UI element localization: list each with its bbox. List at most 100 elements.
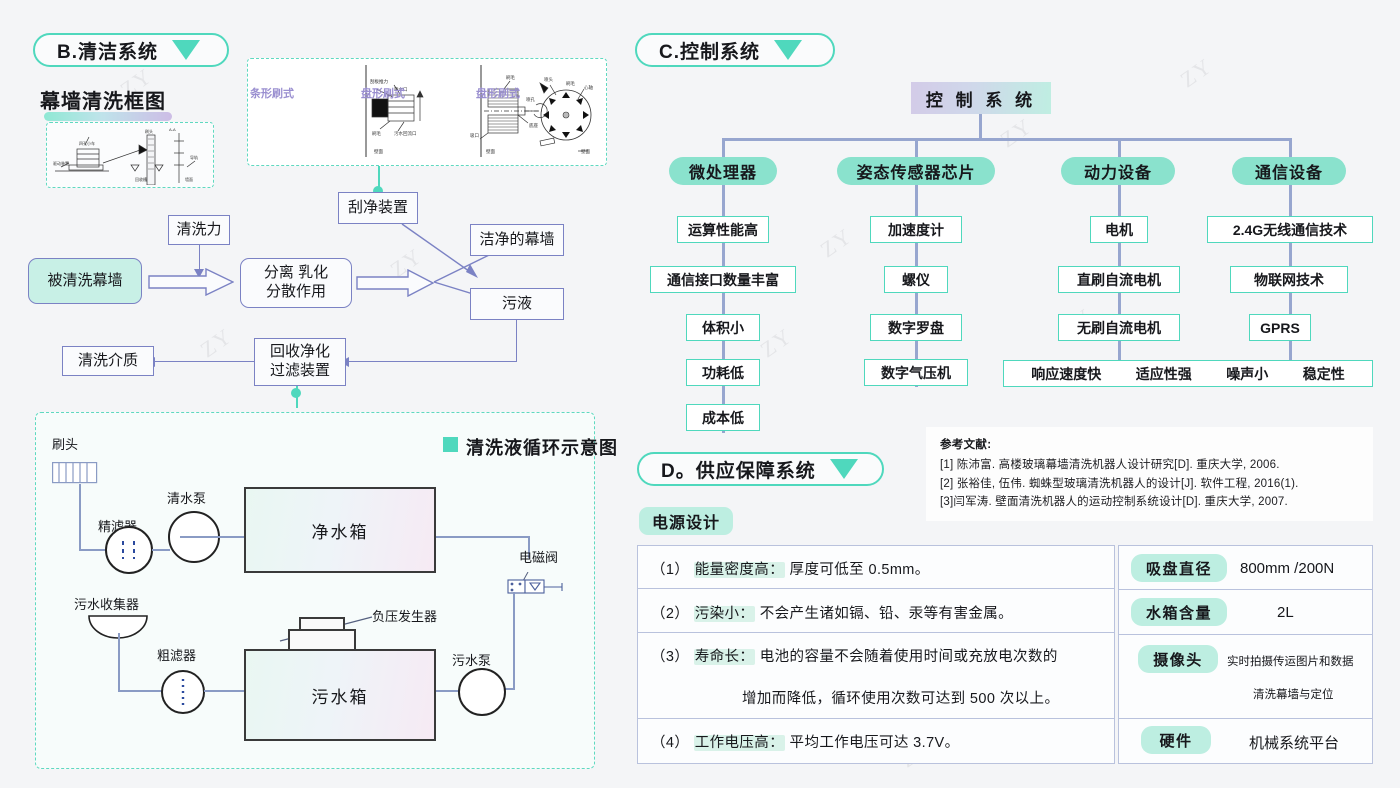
brush-head-icon (52, 462, 98, 484)
power-row-num: （2） (651, 606, 690, 622)
flow-clean-wall-label: 洁净的幕墙 (479, 230, 555, 248)
leaf-label: 体积小 (702, 319, 744, 336)
flow-line-waste-left (346, 361, 517, 363)
reference-item: [1] 陈沛富. 高楼玻璃幕墙清洗机器人设计研究[D]. 重庆大学, 2006. (940, 459, 1280, 471)
leaf-label: 无刷自流电机 (1077, 319, 1161, 336)
power-row-text: 电池的容量不会随着使用时间或充放电次数的 (759, 649, 1058, 665)
flow-recovery-label-2: 过滤装置 (269, 362, 330, 379)
leaf-cm-3: GPRS (1249, 314, 1311, 341)
power-row-num: （1） (651, 562, 690, 578)
circulation-title: 清洗液循环示意图 (466, 438, 618, 458)
circulation-title-swatch (443, 437, 458, 452)
tree-root: 控 制 系 统 (911, 82, 1051, 114)
svg-text:壁面: 壁面 (374, 148, 383, 155)
label-coarse-filter: 粗滤器 (157, 648, 197, 663)
sewage-tank: 污水箱 (244, 649, 436, 741)
references-box: 参考文献: [1] 陈沛富. 高楼玻璃幕墙清洗机器人设计研究[D]. 重庆大学,… (926, 427, 1373, 521)
flow-clean-wall: 洁净的幕墙 (470, 224, 564, 256)
branch-head-attitude-sensor: 姿态传感器芯片 (837, 157, 995, 185)
leaf-cm-1: 2.4G无线通信技术 (1207, 216, 1373, 243)
svg-text:A-A: A-A (169, 127, 176, 132)
brush-label-disc-2: 盘形刷式 (476, 88, 520, 100)
spec-key-label: 硬件 (1159, 732, 1193, 750)
spec-key-label: 水箱含量 (1145, 604, 1212, 622)
clean-water-tank-label: 净水箱 (311, 522, 369, 542)
power-row-num: （3） (651, 649, 690, 665)
leaf-mp-3: 体积小 (686, 314, 760, 341)
flow-waste-liquid: 污液 (470, 288, 564, 320)
flow-recovery-label-1: 回收净化 (269, 343, 330, 361)
power-spec-divider (637, 632, 1115, 634)
flow-cleaning-force: 清洗力 (168, 215, 230, 245)
leaf-performance-row: 响应速度快 适应性强 噪声小 稳定性 (1003, 360, 1373, 387)
flow-line-recovery-left (150, 361, 254, 363)
brush-label-strip: 条形刷式 (250, 88, 294, 100)
clean-water-tank: 净水箱 (244, 487, 436, 573)
svg-text:刷毛: 刷毛 (372, 130, 381, 137)
spec-key-label: 吸盘直径 (1145, 560, 1212, 578)
branch-head-communication: 通信设备 (1232, 157, 1346, 185)
spec-value-suction: 800mm /200N (1240, 560, 1335, 577)
spec-key-suction: 吸盘直径 (1131, 554, 1227, 582)
watermark: ZY (755, 322, 798, 363)
power-row-3-cont: 增加而降低，循环使用次数可达到 500 次以上。 (742, 691, 1060, 707)
pipe-valve-to-sewagepump (513, 592, 515, 690)
watermark: ZY (815, 222, 858, 263)
wall-mechanism-panel: 四孔小车 驱动装置 刷头 回收槽 A-A 导轨 墙面 (46, 122, 214, 188)
tree-branch-stem-3 (1118, 138, 1121, 158)
triangle-down-icon (829, 459, 858, 479)
svg-text:回收槽: 回收槽 (135, 176, 147, 182)
leaf-mp-1: 运算性能高 (677, 216, 769, 243)
flow-line-waste-down (516, 320, 518, 362)
section-d-label: D。供应保障系统 (661, 460, 816, 482)
pipe-collector-down (118, 633, 120, 691)
spec-divider (1118, 634, 1373, 636)
flow-medium-label: 清洗介质 (77, 351, 138, 369)
leaf-label: 2.4G无线通信技术 (1232, 221, 1348, 238)
svg-text:四孔小车: 四孔小车 (79, 140, 95, 146)
leaf-pe-2: 直刷自流电机 (1058, 266, 1180, 293)
flow-scrape-device: 刮净装置 (338, 192, 418, 224)
section-b-heading[interactable]: B.清洁系统 (33, 33, 229, 67)
watermark: ZY (995, 112, 1038, 153)
curtain-wall-title: 幕墙清洗框图 (40, 91, 166, 113)
label-sewage-collector: 污水收集器 (74, 597, 140, 612)
label-sewage-pump: 污水泵 (452, 653, 492, 668)
leaf-label: 响应速度快 (1031, 365, 1102, 382)
power-row-3: （3） 寿命长： 电池的容量不会随着使用时间或充放电次数的 (651, 645, 1058, 666)
watermark: ZY (1175, 52, 1218, 93)
brush-label-disc-1: 盘形刷式 (361, 88, 405, 100)
spec-key-label: 摄像头 (1153, 651, 1203, 669)
tree-bus (723, 138, 1291, 141)
leaf-label: 通信接口数量丰富 (667, 271, 779, 288)
leaf-cm-2: 物联网技术 (1230, 266, 1348, 293)
svg-text:底座: 底座 (529, 122, 538, 129)
leaf-mp-5: 成本低 (686, 404, 760, 431)
section-c-heading[interactable]: C.控制系统 (635, 33, 835, 67)
section-d-heading[interactable]: D。供应保障系统 (637, 452, 884, 486)
power-row-text: 厚度可低至 0.5mm。 (789, 562, 930, 578)
section-b-label: B.清洁系统 (57, 41, 159, 63)
pipe-filter-to-pump (152, 549, 170, 551)
power-row-key: 寿命长： (693, 649, 756, 665)
sewage-pump-icon (458, 668, 506, 716)
reference-item: [3]闫军涛. 壁面清洗机器人的运动控制系统设计[D]. 重庆大学, 2007. (940, 496, 1288, 509)
leaf-pe-1: 电机 (1090, 216, 1148, 243)
flow-scrape-device-label: 刮净装置 (347, 198, 408, 216)
branch-head-label: 微处理器 (688, 165, 757, 182)
power-design-tag: 电源设计 (639, 507, 733, 535)
spec-key-camera: 摄像头 (1138, 645, 1218, 673)
pipe-tank-to-valve (436, 536, 530, 538)
leaf-label: GPRS (1260, 319, 1300, 336)
power-spec-divider (637, 588, 1115, 590)
leaf-pe-3: 无刷自流电机 (1058, 314, 1180, 341)
title-underline (44, 112, 172, 121)
power-spec-divider (637, 718, 1115, 720)
tree-branch-stem-1 (722, 138, 725, 158)
svg-text:导轨: 导轨 (190, 154, 198, 160)
npg-body (288, 629, 356, 651)
references-title: 参考文献: (940, 439, 992, 451)
leaf-label: 数字罗盘 (888, 319, 944, 336)
leaf-label: 物联网技术 (1254, 271, 1324, 288)
flow-separation-label-1: 分离 乳化 (263, 264, 329, 282)
